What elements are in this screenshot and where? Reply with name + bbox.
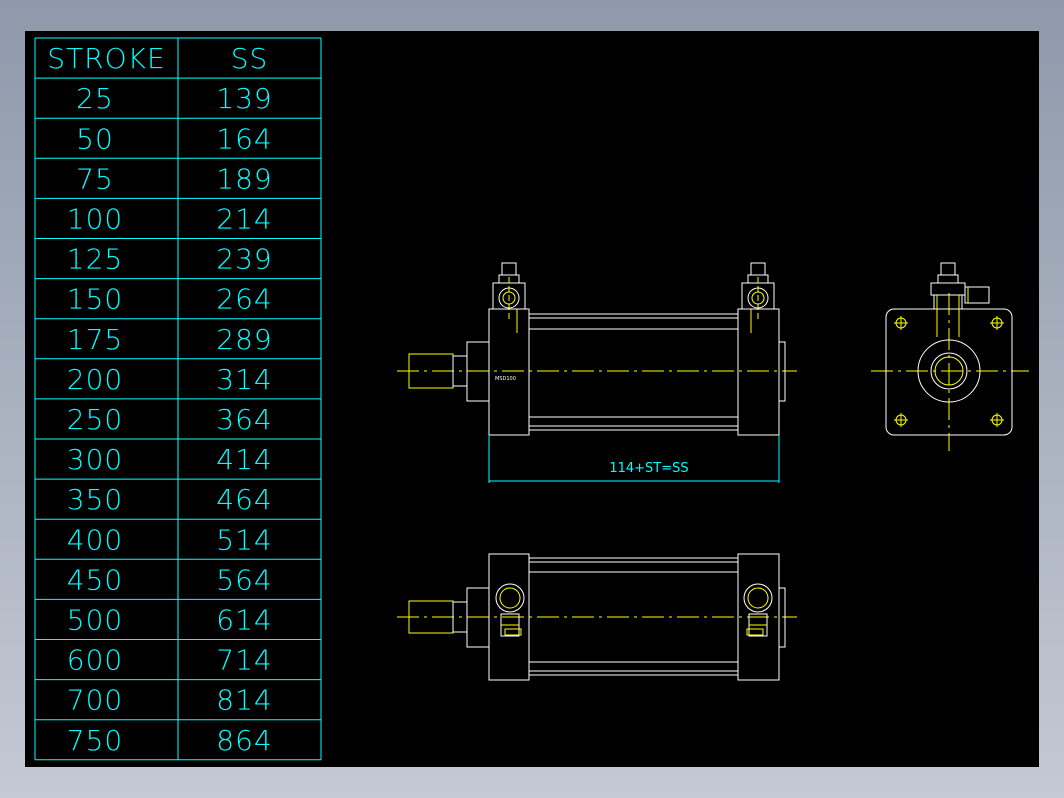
- dimension-label: 114+ST=SS: [609, 461, 688, 476]
- table-cell-stroke: 300: [67, 443, 123, 476]
- table-cell-stroke: 250: [67, 403, 123, 436]
- table-cell-stroke: 175: [67, 323, 123, 356]
- table-cell-stroke: 350: [67, 483, 123, 516]
- table-cell-ss: 564: [216, 563, 272, 596]
- table-cell-stroke: 200: [67, 363, 123, 396]
- table-cell-ss: 239: [216, 243, 272, 276]
- table-cell-ss: 164: [216, 122, 272, 155]
- table-cell-stroke: 500: [67, 604, 123, 637]
- cylinder-end-view: [871, 262, 1029, 451]
- tie-rod-bolt: [990, 316, 1004, 330]
- table-cell-stroke: 75: [76, 162, 114, 195]
- table-cell-ss: 189: [216, 162, 272, 195]
- table-cell-ss: 614: [216, 604, 272, 637]
- table-cell-stroke: 400: [67, 523, 123, 556]
- table-cell-stroke: 600: [67, 644, 123, 677]
- table-cell-ss: 864: [216, 724, 272, 757]
- length-dimension: 114+ST=SS: [488, 435, 780, 483]
- table-cell-ss: 514: [216, 523, 272, 556]
- table-cell-ss: 214: [216, 203, 272, 236]
- table-cell-ss: 264: [216, 283, 272, 316]
- table-cell-stroke: 50: [76, 122, 114, 155]
- cad-canvas: STROKE SS 25 139 50 164 75 189 100 214 125 239 150 26…: [25, 31, 1039, 767]
- end-port-fitting: [930, 262, 990, 337]
- table-cell-ss: 814: [216, 684, 272, 717]
- table-cell-stroke: 100: [67, 203, 123, 236]
- rear-port-fitting: [741, 262, 775, 321]
- table-cell-stroke: 750: [67, 724, 123, 757]
- tie-rod-bolt: [990, 413, 1004, 427]
- table-cell-ss: 364: [216, 403, 272, 436]
- tie-rod-bolt: [894, 316, 908, 330]
- front-port-circle: [495, 583, 525, 637]
- front-end-cap: [488, 308, 530, 436]
- table-cell-stroke: 150: [67, 283, 123, 316]
- cad-drawing: STROKE SS 25 139 50 164 75 189 100 214 125 239 150 26…: [34, 37, 1029, 761]
- table-cell-stroke: 125: [67, 243, 123, 276]
- table-cell-ss: 414: [216, 443, 272, 476]
- table-cell-stroke: 700: [67, 684, 123, 717]
- table-cell-stroke: 450: [67, 563, 123, 596]
- cylinder-front-view: MSD100 114+ST=SS: [397, 262, 797, 483]
- rear-end-cap: [737, 308, 780, 436]
- table-cell-ss: 314: [216, 363, 272, 396]
- table-cell-ss: 289: [216, 323, 272, 356]
- table-cell-ss: 464: [216, 483, 272, 516]
- cylinder-bottom-view: [397, 553, 797, 681]
- table-header-stroke: STROKE: [47, 42, 165, 75]
- rear-port-circle: [743, 583, 773, 637]
- table-cell-ss: 139: [216, 82, 272, 115]
- stroke-table: STROKE SS 25 139 50 164 75 189 100 214 125 239 150 26…: [34, 37, 322, 761]
- front-port-fitting: [492, 262, 526, 321]
- table-header-ss: SS: [231, 42, 269, 75]
- tie-rod-bolt: [894, 413, 908, 427]
- table-cell-ss: 714: [216, 644, 272, 677]
- model-label: MSD100: [495, 376, 516, 382]
- table-cell-stroke: 25: [76, 82, 114, 115]
